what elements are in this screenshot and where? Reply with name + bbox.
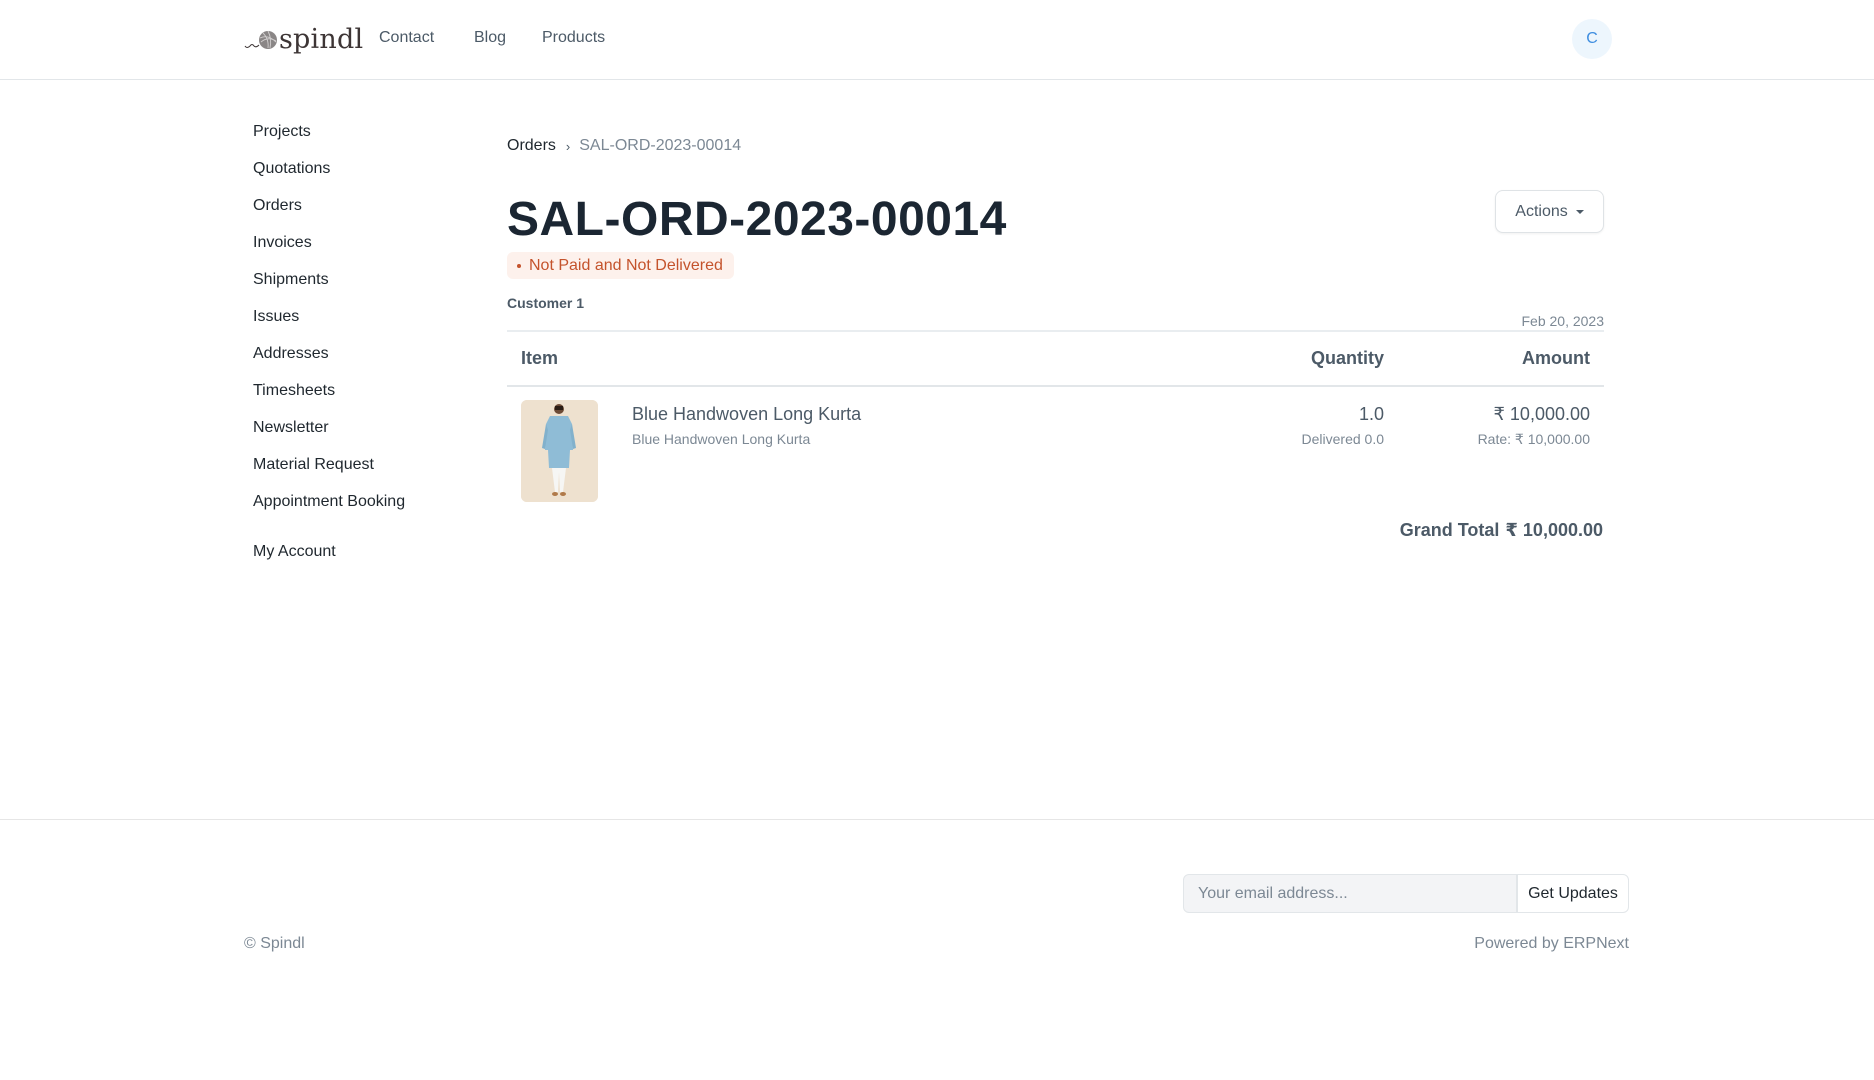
grand-total: Grand Total ₹ 10,000.00: [507, 520, 1604, 541]
item-rate: Rate: ₹ 10,000.00: [1477, 431, 1590, 447]
actions-label: Actions: [1515, 202, 1568, 220]
customer-name: Customer 1: [507, 295, 585, 311]
item-description: Blue Handwoven Long Kurta: [632, 431, 811, 447]
powered-by-prefix: Powered by: [1474, 935, 1564, 952]
item-amount: ₹ 10,000.00: [1493, 404, 1590, 424]
actions-dropdown-button[interactable]: Actions: [1495, 190, 1604, 233]
table-header: Item Quantity Amount: [507, 332, 1604, 387]
sidebar-item-invoices[interactable]: Invoices: [253, 233, 483, 270]
column-header-quantity: Quantity: [1310, 348, 1384, 368]
brand-logo[interactable]: spindl: [244, 22, 363, 56]
order-date: Feb 20, 2023: [1521, 313, 1604, 329]
status-dot-icon: [517, 263, 521, 268]
status-text: Not Paid and Not Delivered: [529, 256, 723, 274]
item-cell: Blue Handwoven Long Kurta Blue Handwoven…: [507, 400, 1164, 517]
powered-by: Powered by ERPNext: [1474, 935, 1629, 953]
nav-contact[interactable]: Contact: [379, 29, 434, 47]
yarn-ball-icon: [244, 30, 277, 49]
newsletter-subscribe: Get Updates: [1183, 874, 1629, 913]
sidebar-item-shipments[interactable]: Shipments: [253, 270, 483, 307]
sidebar-item-newsletter[interactable]: Newsletter: [253, 418, 483, 455]
sidebar-item-projects[interactable]: Projects: [253, 122, 483, 159]
breadcrumb-current: SAL-ORD-2023-00014: [579, 137, 742, 154]
top-navbar: spindl Contact Blog Products C: [0, 0, 1874, 80]
breadcrumb: Orders › SAL-ORD-2023-00014: [507, 136, 1604, 156]
sidebar-item-issues[interactable]: Issues: [253, 307, 483, 344]
grand-total-label: Grand Total: [1399, 520, 1500, 540]
sidebar-item-orders[interactable]: Orders: [253, 196, 483, 233]
item-name[interactable]: Blue Handwoven Long Kurta: [632, 404, 861, 425]
erpnext-link[interactable]: ERPNext: [1563, 935, 1629, 952]
nav-blog[interactable]: Blog: [474, 29, 506, 47]
item-details: Blue Handwoven Long Kurta Blue Handwoven…: [632, 400, 861, 517]
nav-products[interactable]: Products: [542, 29, 605, 47]
brand-name: spindl: [279, 23, 364, 55]
email-input[interactable]: [1183, 874, 1517, 913]
quantity-cell: 1.0 Delivered 0.0: [1164, 400, 1385, 517]
avatar-initial: C: [1586, 30, 1598, 47]
caret-down-icon: [1575, 209, 1584, 214]
sidebar-item-addresses[interactable]: Addresses: [253, 344, 483, 381]
page-title: SAL-ORD-2023-00014: [507, 193, 1007, 246]
get-updates-button[interactable]: Get Updates: [1517, 874, 1629, 913]
chevron-right-icon: ›: [565, 138, 571, 154]
kurta-figure-icon: [521, 400, 598, 502]
sidebar-item-quotations[interactable]: Quotations: [253, 159, 483, 196]
product-image[interactable]: [521, 400, 598, 502]
items-table: Item Quantity Amount Blue Handwoven Long…: [507, 330, 1604, 517]
column-header-item: Item: [521, 348, 559, 368]
footer: Get Updates © Spindl Powered by ERPNext: [0, 819, 1874, 1080]
item-quantity: 1.0: [1358, 404, 1384, 424]
item-delivered: Delivered 0.0: [1301, 431, 1385, 447]
sidebar-item-material-request[interactable]: Material Request: [253, 455, 483, 492]
sidebar-item-my-account[interactable]: My Account: [253, 542, 483, 579]
grand-total-value: ₹ 10,000.00: [1505, 520, 1603, 540]
amount-cell: ₹ 10,000.00 Rate: ₹ 10,000.00: [1384, 400, 1604, 517]
table-row: Blue Handwoven Long Kurta Blue Handwoven…: [507, 387, 1604, 517]
breadcrumb-orders-link[interactable]: Orders: [507, 137, 556, 155]
user-avatar[interactable]: C: [1572, 19, 1612, 59]
title-row: SAL-ORD-2023-00014 Actions Feb 20, 2023: [507, 190, 1604, 329]
order-detail: Orders › SAL-ORD-2023-00014 SAL-ORD-2023…: [507, 136, 1604, 541]
sidebar-item-appointment-booking[interactable]: Appointment Booking: [253, 492, 483, 529]
sidebar: Projects Quotations Orders Invoices Ship…: [253, 122, 483, 579]
copyright: © Spindl: [244, 935, 305, 952]
status-badge: Not Paid and Not Delivered: [507, 252, 734, 279]
sidebar-item-timesheets[interactable]: Timesheets: [253, 381, 483, 418]
column-header-amount: Amount: [1522, 348, 1590, 368]
